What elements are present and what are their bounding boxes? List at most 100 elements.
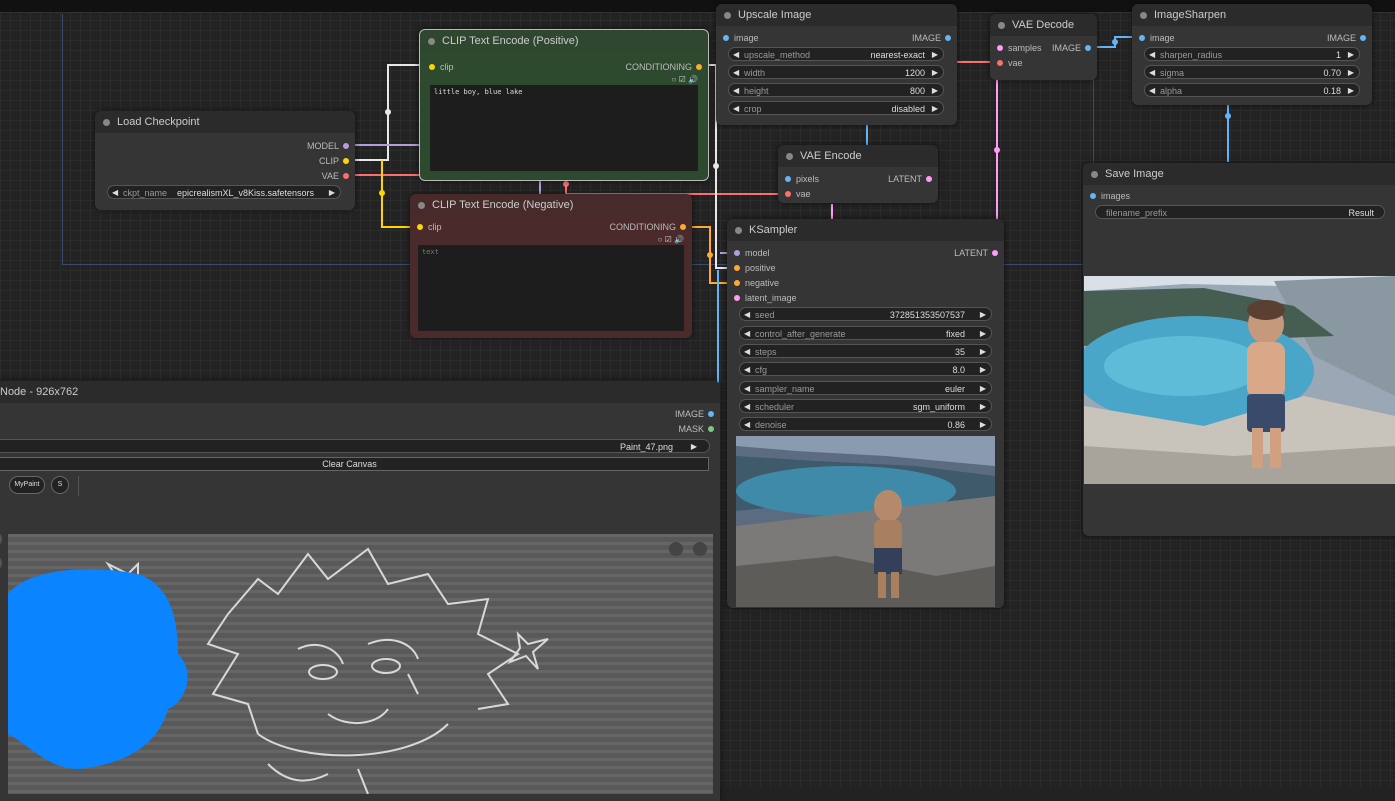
- arrow-right-icon[interactable]: ▶: [932, 66, 938, 80]
- paint-node[interactable]: Node - 926x762 IMAGE MASK Paint_47.png ▶…: [0, 381, 720, 801]
- load-checkpoint-title[interactable]: Load Checkpoint: [95, 111, 355, 133]
- arrow-left-icon[interactable]: ◀: [744, 345, 750, 359]
- arrow-right-icon[interactable]: ▶: [980, 363, 986, 377]
- output-image[interactable]: IMAGE: [675, 407, 716, 421]
- alpha-widget[interactable]: ◀ alpha 0.18 ▶: [1144, 83, 1360, 97]
- arrow-right-icon[interactable]: ▶: [691, 440, 697, 454]
- image-pin-icon[interactable]: [1139, 35, 1145, 41]
- arrow-right-icon[interactable]: ▶: [980, 382, 986, 396]
- arrow-left-icon[interactable]: ◀: [1149, 48, 1155, 62]
- conditioning-pin-icon[interactable]: [696, 64, 702, 70]
- input-model[interactable]: model: [731, 246, 770, 260]
- arrow-left-icon[interactable]: ◀: [744, 363, 750, 377]
- ckpt-name-selector[interactable]: ◀ ckpt_name epicrealismXL_v8Kiss.safeten…: [107, 185, 341, 199]
- vae-decode-node[interactable]: VAE Decode samples vae IMAGE: [990, 14, 1097, 80]
- arrow-left-icon[interactable]: ◀: [733, 102, 739, 116]
- arrow-right-icon[interactable]: ▶: [932, 48, 938, 62]
- image-pin-icon[interactable]: [1360, 35, 1366, 41]
- arrow-right-icon[interactable]: ▶: [1348, 48, 1354, 62]
- conditioning-pin-icon[interactable]: [734, 280, 740, 286]
- crop-widget[interactable]: ◀ crop disabled ▶: [728, 101, 944, 115]
- image-pin-icon[interactable]: [1085, 45, 1091, 51]
- filename-prefix-widget[interactable]: filename_prefix Result: [1095, 205, 1385, 219]
- collapse-dot-icon[interactable]: [724, 12, 731, 19]
- input-image[interactable]: image: [720, 31, 759, 45]
- width-widget[interactable]: ◀ width 1200 ▶: [728, 65, 944, 79]
- mask-pin-icon[interactable]: [708, 426, 714, 432]
- image-sharpen-title[interactable]: ImageSharpen: [1132, 4, 1372, 26]
- vae-pin-icon[interactable]: [997, 60, 1003, 66]
- checkbox-icon[interactable]: ☑: [665, 235, 672, 244]
- vae-encode-node[interactable]: VAE Encode pixels vae LATENT: [778, 145, 938, 203]
- paint-canvas[interactable]: [8, 534, 713, 794]
- input-image[interactable]: image: [1136, 31, 1175, 45]
- arrow-right-icon[interactable]: ▶: [932, 102, 938, 116]
- collapse-dot-icon[interactable]: [428, 38, 435, 45]
- control-after-generate-widget[interactable]: ◀ control_after_generate fixed ▶: [739, 326, 992, 340]
- model-pin-icon[interactable]: [343, 143, 349, 149]
- output-model[interactable]: MODEL: [307, 139, 351, 153]
- ksampler-title[interactable]: KSampler: [727, 219, 1004, 241]
- output-image[interactable]: IMAGE: [1052, 41, 1093, 55]
- image-pin-icon[interactable]: [1090, 193, 1096, 199]
- latent-pin-icon[interactable]: [734, 295, 740, 301]
- sigma-widget[interactable]: ◀ sigma 0.70 ▶: [1144, 65, 1360, 79]
- image-pin-icon[interactable]: [945, 35, 951, 41]
- arrow-left-icon[interactable]: ◀: [744, 418, 750, 432]
- arrow-right-icon[interactable]: ▶: [329, 186, 335, 200]
- input-positive[interactable]: positive: [731, 261, 776, 275]
- input-negative[interactable]: negative: [731, 276, 779, 290]
- image-pin-icon[interactable]: [708, 411, 714, 417]
- collapse-dot-icon[interactable]: [735, 227, 742, 234]
- steps-widget[interactable]: ◀ steps 35 ▶: [739, 344, 992, 358]
- latent-pin-icon[interactable]: [997, 45, 1003, 51]
- collapse-dot-icon[interactable]: [1140, 12, 1147, 19]
- arrow-right-icon[interactable]: ▶: [1348, 66, 1354, 80]
- clip-negative-title[interactable]: CLIP Text Encode (Negative): [410, 194, 692, 216]
- collapse-dot-icon[interactable]: [1091, 171, 1098, 178]
- mypaint-button[interactable]: MyPaint: [9, 476, 45, 494]
- sharpen-radius-widget[interactable]: ◀ sharpen_radius 1 ▶: [1144, 47, 1360, 61]
- arrow-right-icon[interactable]: ▶: [980, 400, 986, 414]
- arrow-left-icon[interactable]: ◀: [744, 308, 750, 322]
- image-pin-icon[interactable]: [723, 35, 729, 41]
- output-conditioning[interactable]: CONDITIONING: [610, 220, 689, 234]
- negative-prompt-textarea[interactable]: text: [418, 245, 684, 331]
- output-latent[interactable]: LATENT: [954, 246, 1000, 260]
- paint-side-handle-bottom[interactable]: [0, 555, 2, 571]
- arrow-left-icon[interactable]: ◀: [112, 186, 118, 200]
- clip-pin-icon[interactable]: [417, 224, 423, 230]
- output-conditioning[interactable]: CONDITIONING: [626, 60, 705, 74]
- s-button[interactable]: S: [51, 476, 69, 494]
- input-pixels[interactable]: pixels: [782, 172, 819, 186]
- input-clip[interactable]: clip: [414, 220, 442, 234]
- load-checkpoint-node[interactable]: Load Checkpoint MODEL CLIP VAE ◀ ckpt_na…: [95, 111, 355, 210]
- output-latent[interactable]: LATENT: [888, 172, 934, 186]
- arrow-left-icon[interactable]: ◀: [733, 48, 739, 62]
- circle-icon[interactable]: ○: [672, 75, 677, 84]
- input-vae[interactable]: vae: [782, 187, 811, 201]
- arrow-right-icon[interactable]: ▶: [980, 308, 986, 322]
- arrow-left-icon[interactable]: ◀: [733, 84, 739, 98]
- output-vae[interactable]: VAE: [322, 169, 351, 183]
- height-widget[interactable]: ◀ height 800 ▶: [728, 83, 944, 97]
- arrow-left-icon[interactable]: ◀: [744, 400, 750, 414]
- save-image-title[interactable]: Save Image: [1083, 163, 1395, 185]
- arrow-left-icon[interactable]: ◀: [733, 66, 739, 80]
- image-sharpen-node[interactable]: ImageSharpen image IMAGE ◀ sharpen_radius…: [1132, 4, 1372, 105]
- clear-canvas-button[interactable]: Clear Canvas: [0, 457, 709, 471]
- upscale-image-node[interactable]: Upscale Image image IMAGE ◀ upscale_metho…: [716, 4, 957, 125]
- input-latent-image[interactable]: latent_image: [731, 291, 797, 305]
- circle-icon[interactable]: ○: [658, 235, 663, 244]
- arrow-left-icon[interactable]: ◀: [744, 382, 750, 396]
- checkbox-icon[interactable]: ☑: [679, 75, 686, 84]
- seed-widget[interactable]: ◀ seed 372851353507537 ▶: [739, 307, 992, 321]
- paint-file-selector[interactable]: Paint_47.png ▶: [0, 439, 710, 453]
- arrow-right-icon[interactable]: ▶: [980, 345, 986, 359]
- arrow-left-icon[interactable]: ◀: [1149, 84, 1155, 98]
- paint-node-title[interactable]: Node - 926x762: [0, 381, 720, 403]
- conditioning-pin-icon[interactable]: [680, 224, 686, 230]
- positive-prompt-textarea[interactable]: little boy, blue lake: [430, 85, 698, 171]
- vae-encode-title[interactable]: VAE Encode: [778, 145, 938, 167]
- arrow-right-icon[interactable]: ▶: [980, 327, 986, 341]
